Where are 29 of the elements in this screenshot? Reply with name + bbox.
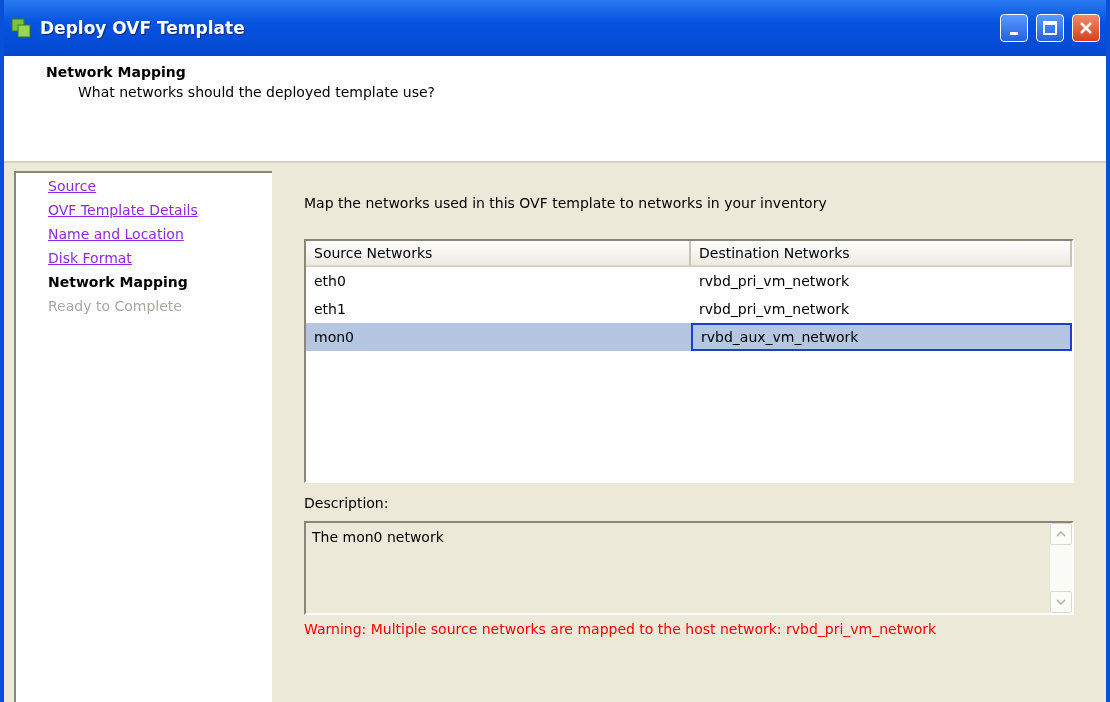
- header-subtitle: What networks should the deployed template use?: [77, 84, 437, 100]
- maximize-icon: [1042, 20, 1058, 36]
- wizard-step[interactable]: Network Mapping: [48, 273, 272, 292]
- window-title: Deploy OVF Template: [40, 18, 246, 38]
- wizard-step[interactable]: Name and Location: [48, 225, 272, 244]
- close-button[interactable]: [1072, 14, 1100, 42]
- wizard-step[interactable]: Source: [48, 177, 272, 196]
- column-header[interactable]: Destination Networks: [691, 241, 1072, 267]
- description-field[interactable]: The mon0 network: [304, 521, 1074, 615]
- wizard-step[interactable]: OVF Template Details: [48, 201, 272, 220]
- wizard-step[interactable]: Disk Format: [48, 249, 272, 268]
- header-title: Network Mapping: [46, 64, 187, 80]
- table-cell: rvbd_aux_vm_network: [691, 323, 1072, 351]
- column-header[interactable]: Source Networks: [306, 241, 691, 267]
- table-cell-text: eth0: [313, 272, 347, 291]
- description-label: Description:: [304, 495, 390, 511]
- table-cell-text: mon0: [313, 328, 355, 347]
- warning-message: Warning: Multiple source networks are mapped to the host network: rvbd_pri_vm_network: [304, 621, 938, 637]
- minimize-icon: [1010, 31, 1018, 35]
- maximize-button[interactable]: [1036, 14, 1064, 42]
- close-icon: [1078, 20, 1094, 36]
- scrollbar[interactable]: [1050, 523, 1072, 613]
- instruction-text: Map the networks used in this OVF template to networks in your inventory: [304, 195, 828, 211]
- table-row[interactable]: mon0 rvbd_aux_vm_network: [306, 323, 1072, 351]
- app-icon: [10, 17, 32, 39]
- table-cell-text: rvbd_pri_vm_network: [698, 300, 851, 319]
- minimize-button[interactable]: [1000, 14, 1028, 42]
- table-cell-text: rvbd_pri_vm_network: [698, 272, 851, 291]
- table-cell-text: eth1: [313, 300, 347, 319]
